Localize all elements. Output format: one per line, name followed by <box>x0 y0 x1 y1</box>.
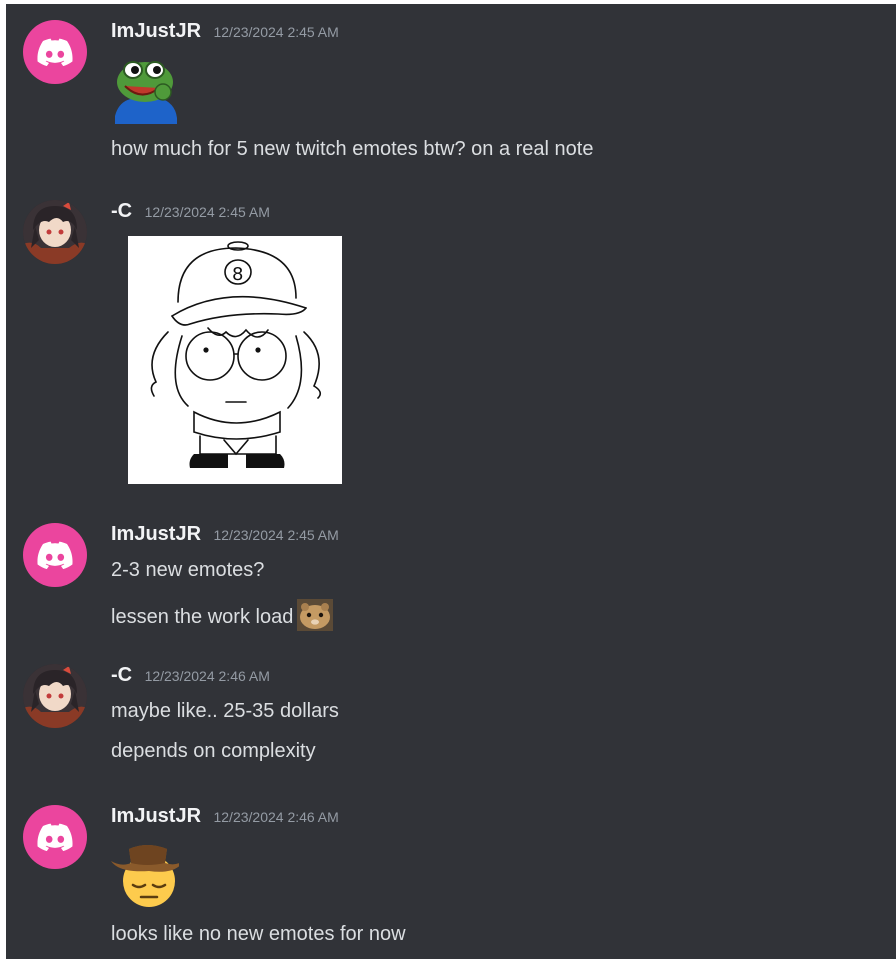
username[interactable]: -C <box>111 200 132 222</box>
user-avatar[interactable] <box>23 664 87 728</box>
message-text: how much for 5 new twitch emotes btw? on… <box>111 138 594 160</box>
message-text: depends on complexity <box>111 740 316 762</box>
user-avatar[interactable] <box>23 523 87 587</box>
username[interactable]: ImJustJR <box>111 20 201 42</box>
message-text-line: lessen the work load <box>111 599 334 631</box>
message-header: ImJustJR 12/23/2024 2:45 AM <box>111 523 339 546</box>
timestamp: 12/23/2024 2:45 AM <box>213 527 339 543</box>
message-text: looks like no new emotes for now <box>111 923 406 945</box>
discord-logo-icon <box>37 541 73 569</box>
timestamp: 12/23/2024 2:46 AM <box>144 668 270 684</box>
timestamp: 12/23/2024 2:45 AM <box>213 24 339 40</box>
timestamp: 12/23/2024 2:45 AM <box>144 204 270 220</box>
cowboy-pensive-emoji-icon <box>111 845 179 907</box>
user-avatar[interactable] <box>23 20 87 84</box>
message-text: 2-3 new emotes? <box>111 559 265 581</box>
message-text: maybe like.. 25-35 dollars <box>111 700 339 722</box>
svg-text:8: 8 <box>232 264 243 285</box>
anime-character-avatar-icon <box>23 664 87 728</box>
anime-character-avatar-icon <box>23 200 87 264</box>
timestamp: 12/23/2024 2:46 AM <box>213 809 339 825</box>
message-header: -C 12/23/2024 2:45 AM <box>111 200 270 223</box>
message-header: ImJustJR 12/23/2024 2:45 AM <box>111 20 339 43</box>
discord-logo-icon <box>37 38 73 66</box>
chat-messages-pane: ImJustJR 12/23/2024 2:45 AM how much for… <box>6 4 896 959</box>
message-header: ImJustJR 12/23/2024 2:46 AM <box>111 805 339 828</box>
discord-logo-icon <box>37 823 73 851</box>
message-header: -C 12/23/2024 2:46 AM <box>111 664 270 687</box>
pepe-laugh-emoji-icon <box>115 61 177 124</box>
username[interactable]: ImJustJR <box>111 805 201 827</box>
message-text: lessen the work load <box>111 606 294 628</box>
user-avatar[interactable] <box>23 805 87 869</box>
character-sketch-image[interactable]: 8 <box>128 236 342 484</box>
username[interactable]: -C <box>111 664 132 686</box>
hamster-emoji-icon <box>297 599 334 631</box>
username[interactable]: ImJustJR <box>111 523 201 545</box>
user-avatar[interactable] <box>23 200 87 264</box>
